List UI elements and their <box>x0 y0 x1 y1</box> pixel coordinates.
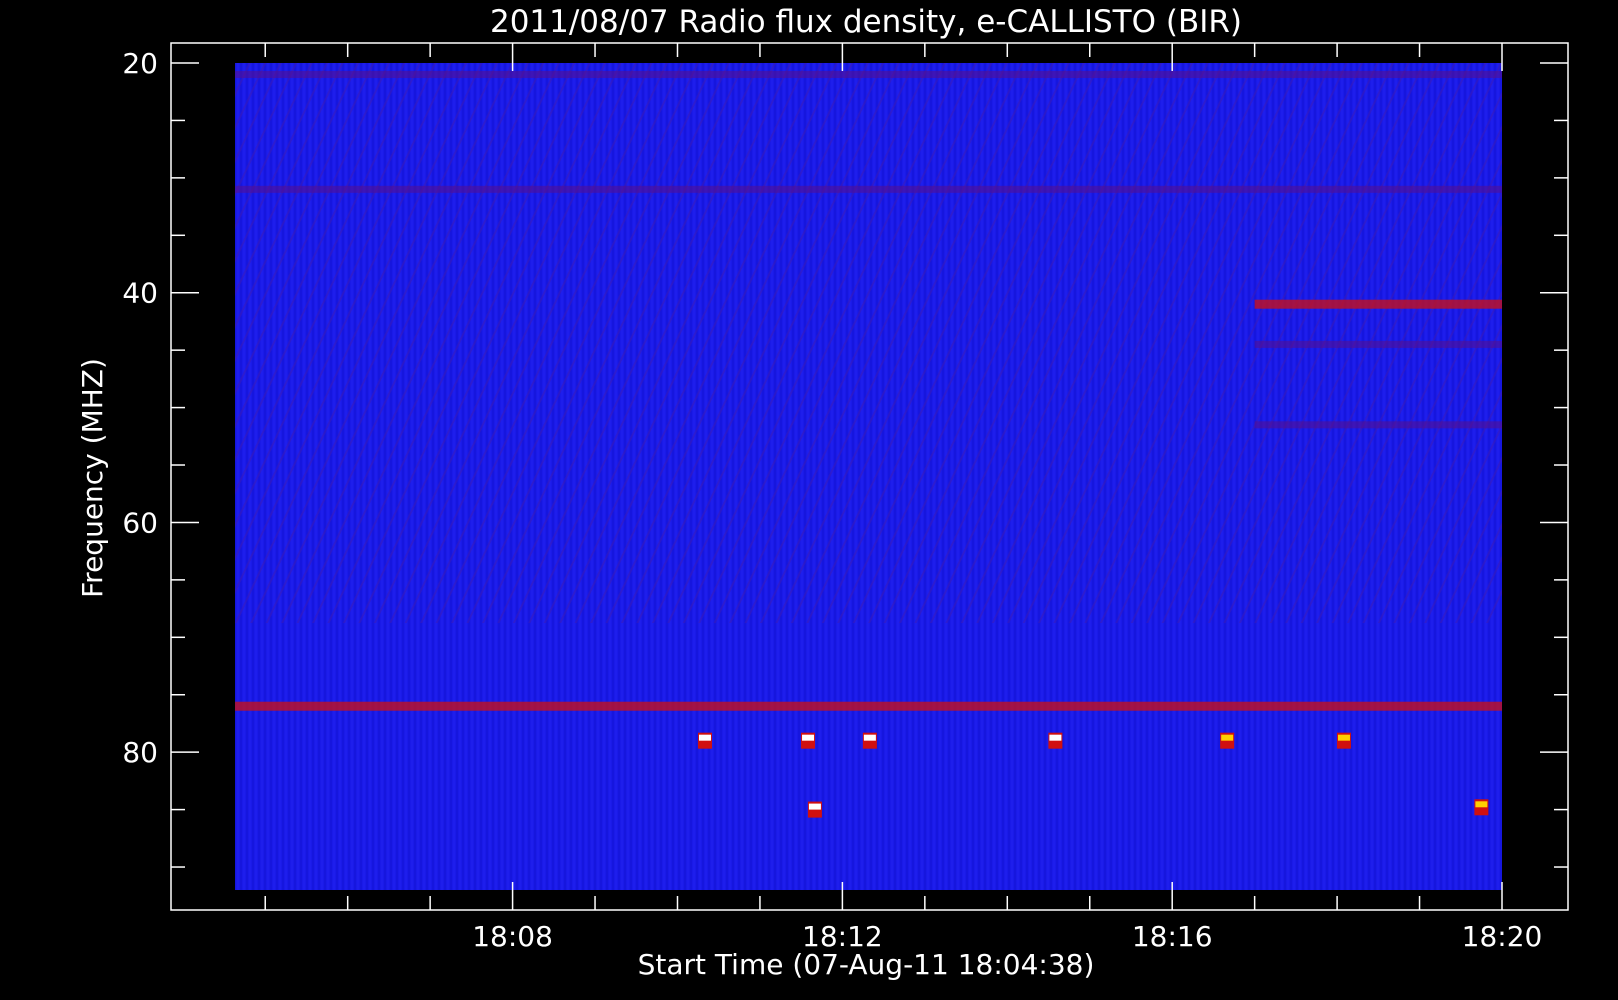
heatmap-band-2 <box>1254 421 1502 429</box>
y-tick-label-0: 20 <box>122 47 158 80</box>
heatmap-band-5 <box>235 185 1502 193</box>
heatmap-band-1 <box>1254 340 1502 348</box>
x-axis-label: Start Time (07-Aug-11 18:04:38) <box>638 948 1095 981</box>
y-axis-label: Frequency (MHZ) <box>76 358 109 598</box>
x-tick-label-2: 18:16 <box>1132 920 1213 953</box>
heatmap-band-4 <box>235 70 1502 78</box>
heatmap-band-0 <box>1254 299 1502 309</box>
y-tick-label-3: 80 <box>122 736 158 769</box>
chart-title: 2011/08/07 Radio flux density, e-CALLIST… <box>490 4 1242 40</box>
heatmap-spot-8 <box>862 732 877 749</box>
heatmap-spot-9 <box>1048 732 1063 749</box>
heatmap-spot-11 <box>1336 732 1351 749</box>
heatmap-band-3 <box>235 701 1502 711</box>
heatmap-spot-13 <box>1474 799 1489 816</box>
y-tick-label-1: 40 <box>122 277 158 310</box>
heatmap-spot-12 <box>807 801 822 818</box>
y-tick-label-2: 60 <box>122 506 158 539</box>
heatmap-spot-6 <box>697 732 712 749</box>
heatmap-spot-10 <box>1220 732 1235 749</box>
spectrogram-chart: 2011/08/07 Radio flux density, e-CALLIST… <box>76 4 1569 981</box>
heatmap-spot-7 <box>801 732 816 749</box>
x-tick-label-3: 18:20 <box>1462 920 1543 953</box>
x-tick-label-0: 18:08 <box>472 920 553 953</box>
